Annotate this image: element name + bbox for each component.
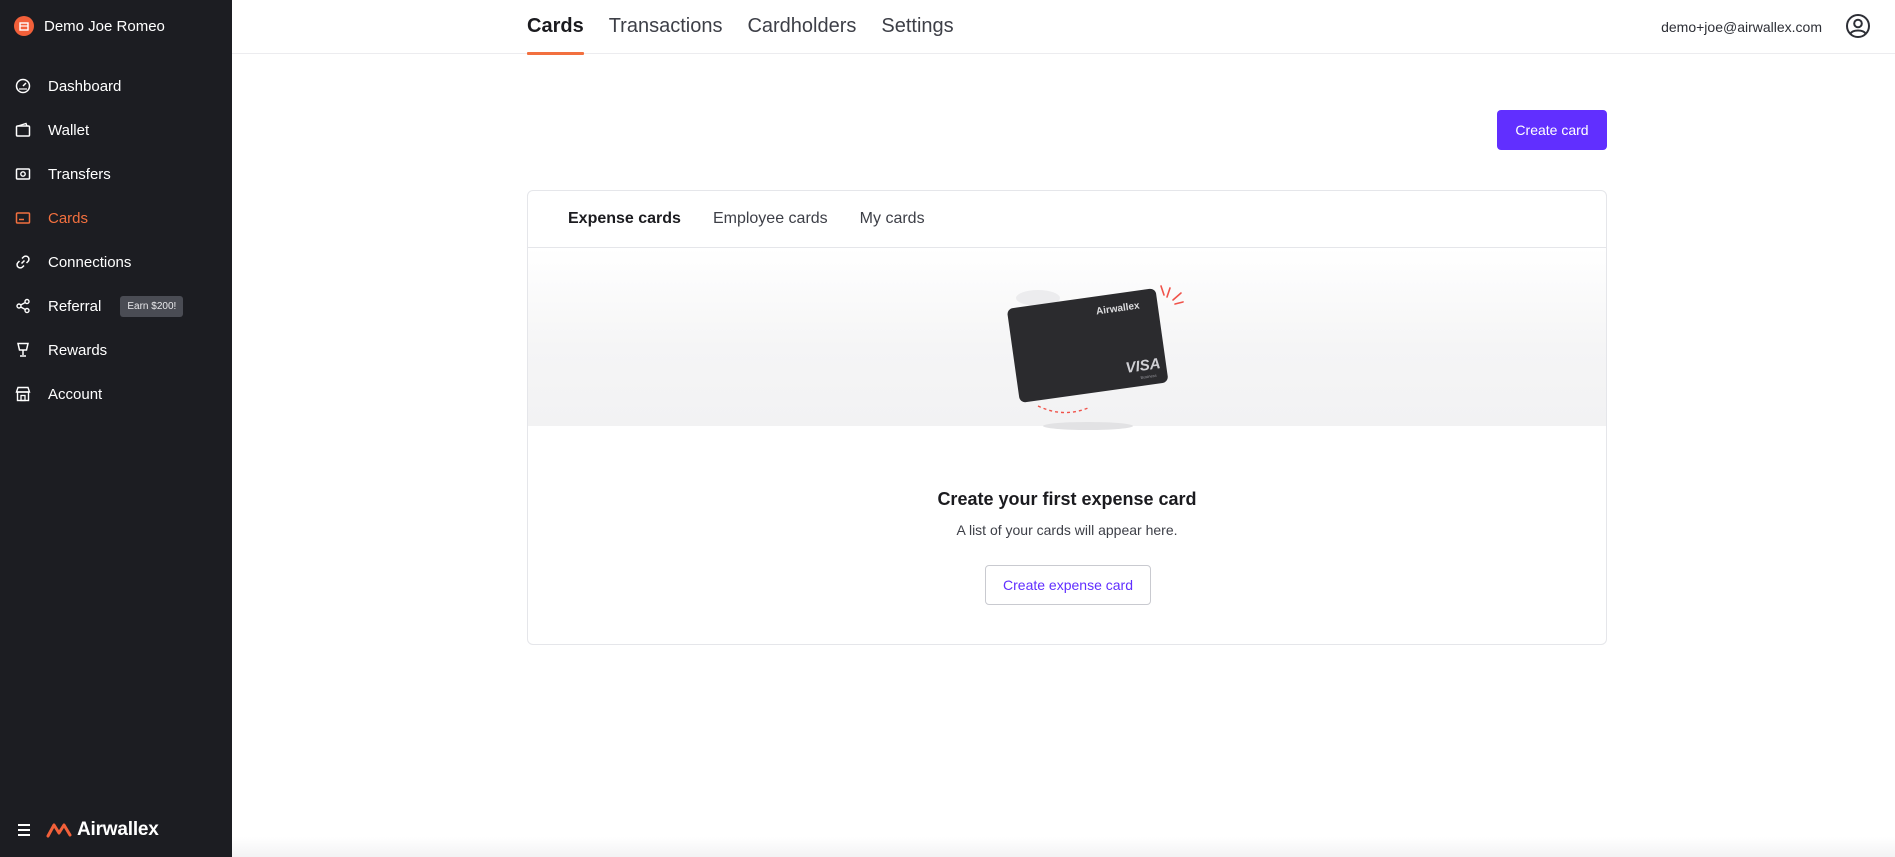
sidebar-item-label: Referral — [48, 297, 102, 315]
wallet-icon — [15, 122, 31, 138]
sidebar-item-label: Wallet — [48, 121, 90, 139]
sidebar-item-connections[interactable]: Connections — [0, 240, 232, 284]
top-bar: Cards Transactions Cardholders Settings … — [232, 0, 1895, 55]
transfers-icon — [15, 166, 31, 182]
menu-icon[interactable] — [18, 824, 30, 836]
sidebar-item-label: Transfers — [48, 165, 111, 183]
tab-transactions[interactable]: Transactions — [609, 0, 723, 54]
sidebar-item-wallet[interactable]: Wallet — [0, 108, 232, 152]
logo-text: Airwallex — [77, 819, 159, 840]
sidebar-item-label: Rewards — [48, 341, 108, 359]
sidebar-item-account[interactable]: Account — [0, 372, 232, 416]
sidebar-nav: Dashboard Wallet Transfers Cards Connect… — [0, 64, 232, 416]
card-type-tabs: Expense cards Employee cards My cards — [528, 191, 1606, 248]
sidebar-item-rewards[interactable]: Rewards — [0, 328, 232, 372]
earn-badge: Earn $200! — [120, 295, 184, 317]
create-card-button[interactable]: Create card — [1497, 110, 1607, 150]
tab-expense-cards[interactable]: Expense cards — [568, 210, 681, 228]
sidebar-item-cards[interactable]: Cards — [0, 196, 232, 240]
empty-state-title: Create your first expense card — [937, 489, 1197, 509]
building-icon — [14, 16, 34, 36]
sidebar-footer: Airwallex — [18, 819, 159, 841]
user-email: demo+joe@airwallex.com — [1661, 19, 1822, 35]
tab-settings[interactable]: Settings — [881, 0, 953, 54]
sidebar-item-label: Cards — [48, 209, 89, 227]
tab-cards[interactable]: Cards — [527, 0, 584, 55]
sidebar: Demo Joe Romeo Dashboard Wallet Transfer… — [0, 0, 232, 857]
sidebar-item-label: Connections — [48, 253, 132, 271]
sidebar-item-transfers[interactable]: Transfers — [0, 152, 232, 196]
empty-state-illustration: Airwallex VISA Business — [528, 248, 1606, 430]
sidebar-item-dashboard[interactable]: Dashboard — [0, 64, 232, 108]
airwallex-logo-mark — [46, 823, 72, 838]
link-icon — [15, 254, 31, 270]
cards-panel: Expense cards Employee cards My cards Ai… — [527, 190, 1607, 645]
tab-employee-cards[interactable]: Employee cards — [713, 210, 828, 228]
airwallex-logo: Airwallex — [46, 819, 159, 841]
dashboard-icon — [15, 78, 31, 94]
account-switcher[interactable]: Demo Joe Romeo — [14, 16, 165, 36]
sidebar-item-label: Dashboard — [48, 77, 122, 95]
account-name: Demo Joe Romeo — [44, 17, 165, 35]
tab-my-cards[interactable]: My cards — [860, 210, 925, 228]
trophy-icon — [15, 342, 31, 358]
building-icon — [15, 386, 31, 402]
tab-cardholders[interactable]: Cardholders — [747, 0, 856, 54]
bottom-shadow — [232, 837, 1895, 857]
card-illustration: Airwallex VISA Business — [1007, 285, 1184, 430]
create-expense-card-button[interactable]: Create expense card — [985, 565, 1151, 605]
share-icon — [15, 298, 31, 314]
sidebar-item-referral[interactable]: Referral Earn $200! — [0, 284, 232, 328]
sidebar-item-label: Account — [48, 385, 103, 403]
user-profile-icon[interactable] — [1845, 13, 1871, 39]
cards-icon — [15, 210, 31, 226]
main-tabs: Cards Transactions Cardholders Settings — [527, 0, 954, 55]
empty-state-subtitle: A list of your cards will appear here. — [956, 522, 1178, 538]
